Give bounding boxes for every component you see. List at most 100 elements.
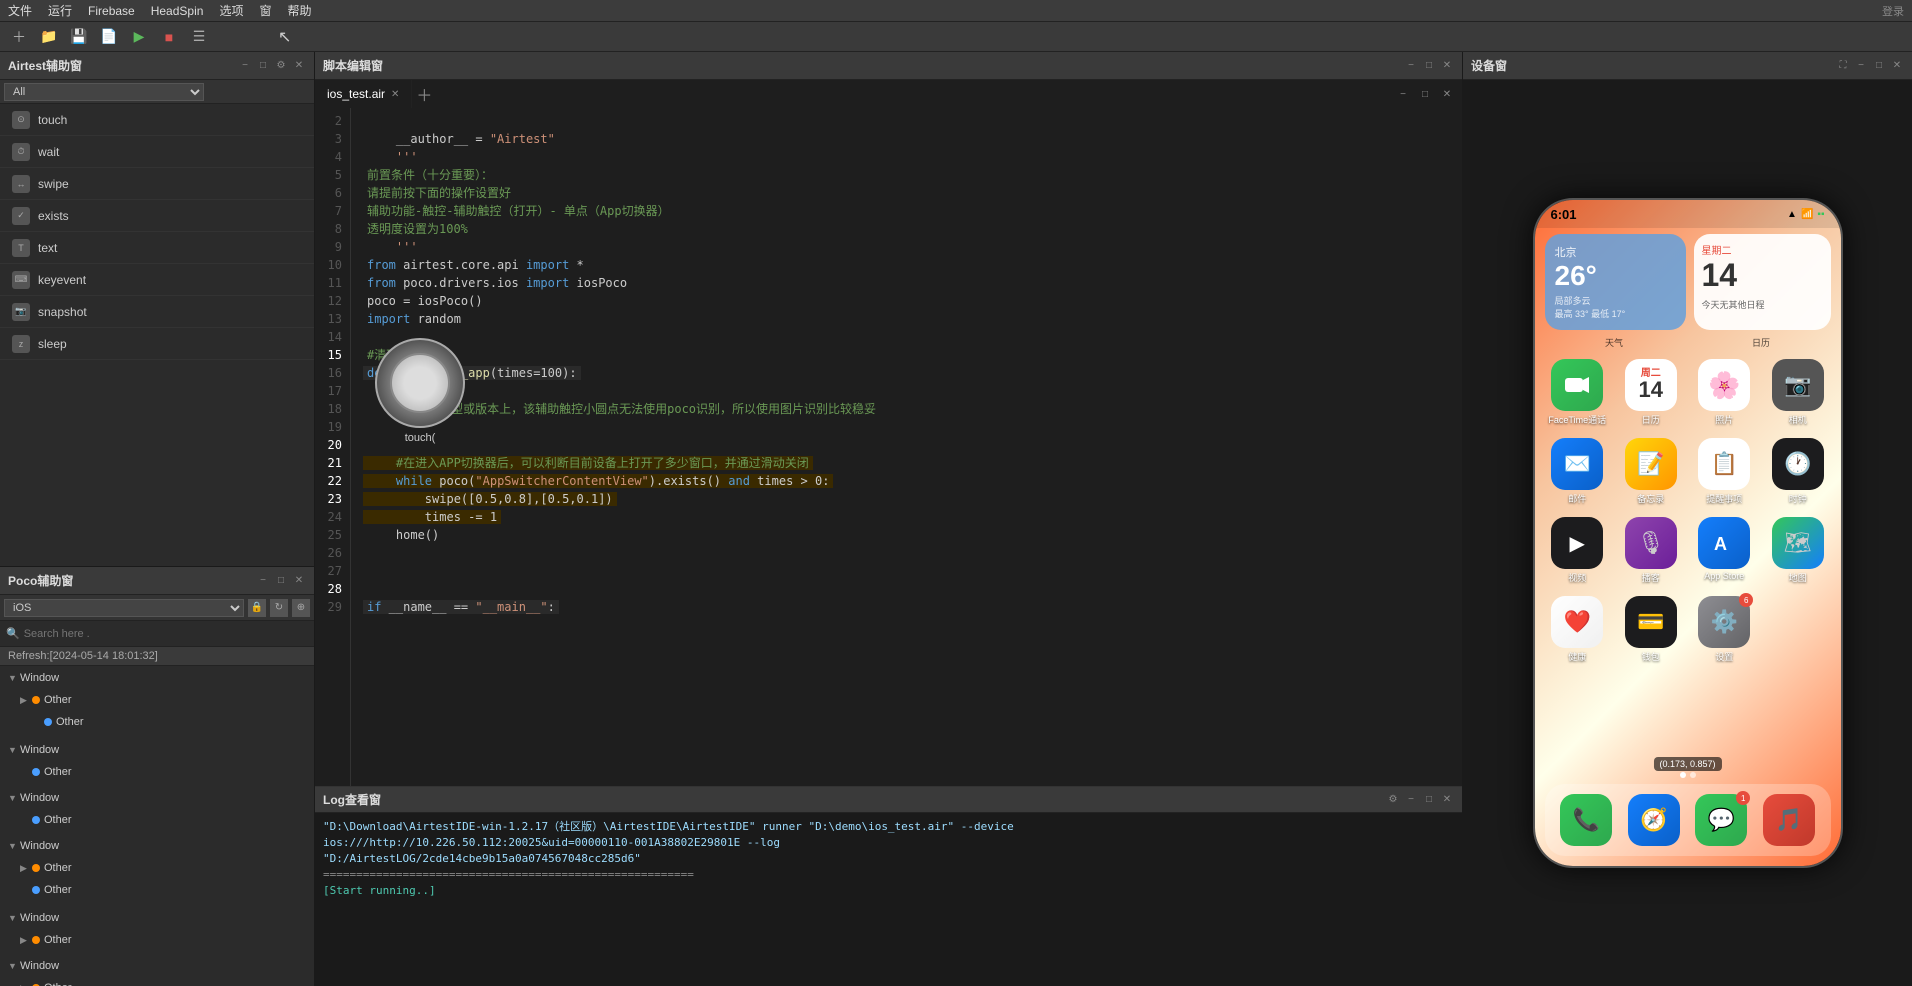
poco-minimize[interactable]: − bbox=[256, 574, 270, 588]
device-maximize[interactable]: □ bbox=[1872, 59, 1886, 73]
app-settings[interactable]: ⚙️ 6 设置 bbox=[1692, 596, 1758, 663]
app-camera[interactable]: 📷 相机 bbox=[1765, 359, 1831, 426]
menu-window[interactable]: 窗 bbox=[259, 2, 271, 19]
login-btn[interactable]: 登录 bbox=[1882, 3, 1904, 19]
menu-options[interactable]: 选项 bbox=[219, 2, 243, 19]
airtest-item-text[interactable]: T text bbox=[0, 232, 314, 264]
tree-other-1[interactable]: ▶ Other bbox=[16, 690, 314, 710]
app-clock[interactable]: 🕐 时钟 bbox=[1765, 438, 1831, 505]
calendar-widget[interactable]: 星期二 14 今天无其他日程 bbox=[1694, 234, 1831, 330]
menu-file[interactable]: 文件 bbox=[8, 2, 32, 19]
editor-minimize[interactable]: − bbox=[1396, 87, 1410, 101]
airtest-item-sleep[interactable]: z sleep bbox=[0, 328, 314, 360]
tree-window-6[interactable]: ▼ Window ▶ Other bbox=[0, 954, 314, 986]
run-btn[interactable]: ▶ bbox=[128, 26, 150, 48]
tree-window-5[interactable]: ▼ Window ▶ Other bbox=[0, 906, 314, 954]
open-btn[interactable]: 📁 bbox=[38, 26, 60, 48]
tree-arrow-4: ▼ bbox=[8, 793, 20, 803]
dock-safari[interactable]: 🧭 bbox=[1628, 794, 1680, 846]
app-notes[interactable]: 📝 备忘录 bbox=[1618, 438, 1684, 505]
poco-maximize[interactable]: □ bbox=[274, 574, 288, 588]
device-minimize[interactable]: − bbox=[1854, 59, 1868, 73]
editor-maximize[interactable]: □ bbox=[1418, 87, 1432, 101]
dock-music[interactable]: 🎵 bbox=[1763, 794, 1815, 846]
new-btn[interactable]: ＋ bbox=[8, 26, 30, 48]
airtest-filter-select[interactable]: All bbox=[4, 83, 204, 101]
tree-other-2[interactable]: Other bbox=[28, 712, 314, 732]
poco-refresh-btn[interactable]: ↻ bbox=[270, 599, 288, 617]
iphone-screen[interactable]: 6:01 ▲ 📶 ▪▪ 北京 26° 局部多云 bbox=[1535, 200, 1841, 866]
photos-icon: 🌸 bbox=[1698, 359, 1750, 411]
layout-btn[interactable]: ☰ bbox=[188, 26, 210, 48]
poco-close[interactable]: ✕ bbox=[292, 574, 306, 588]
menu-firebase[interactable]: Firebase bbox=[88, 4, 135, 18]
tree-other-5[interactable]: ▶ Other bbox=[16, 858, 314, 878]
tree-window-1[interactable]: ▼ Window ▶ Other Ot bbox=[0, 666, 314, 738]
tree-other-7[interactable]: ▶ Other bbox=[16, 930, 314, 950]
airtest-item-keyevent[interactable]: ⌨ keyevent bbox=[0, 264, 314, 296]
poco-search-input[interactable] bbox=[24, 628, 308, 640]
log-maximize[interactable]: □ bbox=[1422, 793, 1436, 807]
touch-overlay-label: touch( bbox=[405, 432, 436, 444]
tree-other-4[interactable]: Other bbox=[28, 810, 314, 830]
app-wallet[interactable]: 💳 钱包 bbox=[1618, 596, 1684, 663]
app-photos[interactable]: 🌸 照片 bbox=[1692, 359, 1758, 426]
poco-screenshot-btn[interactable]: ⊕ bbox=[292, 599, 310, 617]
menu-headspin[interactable]: HeadSpin bbox=[151, 4, 204, 18]
dock-phone[interactable]: 📞 bbox=[1560, 794, 1612, 846]
app-reminders[interactable]: 📋 提醒事项 bbox=[1692, 438, 1758, 505]
save-btn[interactable]: 💾 bbox=[68, 26, 90, 48]
toolbar: ＋ 📁 💾 📄 ▶ ■ ☰ ↖ bbox=[0, 22, 1912, 52]
tab-ios-test[interactable]: ios_test.air ✕ bbox=[315, 80, 412, 108]
airtest-minimize[interactable]: − bbox=[238, 59, 252, 73]
airtest-item-touch[interactable]: ⊙ touch bbox=[0, 104, 314, 136]
app-appstore[interactable]: A App Store bbox=[1692, 517, 1758, 584]
device-fullscreen[interactable]: ⛶ bbox=[1836, 59, 1850, 73]
log-close[interactable]: ✕ bbox=[1440, 793, 1454, 807]
app-mail[interactable]: ✉️ 邮件 bbox=[1545, 438, 1611, 505]
tree-label-other3: Other bbox=[44, 766, 72, 778]
app-video[interactable]: ▶ 视频 bbox=[1545, 517, 1611, 584]
tree-window-3[interactable]: ▼ Window Other bbox=[0, 786, 314, 834]
log-settings[interactable]: ⚙ bbox=[1386, 793, 1400, 807]
app-maps[interactable]: 🗺 地图 bbox=[1765, 517, 1831, 584]
airtest-item-snapshot[interactable]: 📷 snapshot bbox=[0, 296, 314, 328]
log-minimize[interactable]: − bbox=[1404, 793, 1418, 807]
script-close[interactable]: ✕ bbox=[1440, 59, 1454, 73]
tree-window-2[interactable]: ▼ Window Other bbox=[0, 738, 314, 786]
saveas-btn[interactable]: 📄 bbox=[98, 26, 120, 48]
menu-help[interactable]: 帮助 bbox=[287, 2, 311, 19]
airtest-maximize[interactable]: □ bbox=[256, 59, 270, 73]
tree-other-6[interactable]: Other bbox=[28, 880, 314, 900]
app-grid-row2: ✉️ 邮件 📝 备忘录 📋 bbox=[1535, 432, 1841, 511]
tree-window-4[interactable]: ▼ Window ▶ Other Other bbox=[0, 834, 314, 906]
airtest-item-wait[interactable]: ⏱ wait bbox=[0, 136, 314, 168]
app-calendar[interactable]: 周二14 日历 bbox=[1618, 359, 1684, 426]
code-line-29 bbox=[363, 618, 371, 632]
tab-close-btn[interactable]: ✕ bbox=[391, 89, 399, 100]
app-facetime[interactable]: FaceTime通话 bbox=[1545, 359, 1611, 426]
stop-btn[interactable]: ■ bbox=[158, 26, 180, 48]
airtest-close[interactable]: ✕ bbox=[292, 59, 306, 73]
poco-lock-btn[interactable]: 🔒 bbox=[248, 599, 266, 617]
airtest-settings[interactable]: ⚙ bbox=[274, 59, 288, 73]
device-close[interactable]: ✕ bbox=[1890, 59, 1904, 73]
airtest-item-exists[interactable]: ✓ exists bbox=[0, 200, 314, 232]
video-icon: ▶ bbox=[1551, 517, 1603, 569]
settings-badge: 6 bbox=[1739, 593, 1753, 607]
script-maximize[interactable]: □ bbox=[1422, 59, 1436, 73]
menu-run[interactable]: 运行 bbox=[48, 2, 72, 19]
poco-platform-select[interactable]: iOS Android bbox=[4, 599, 244, 617]
dock-messages[interactable]: 💬 1 bbox=[1695, 794, 1747, 846]
airtest-item-swipe[interactable]: ↔ swipe bbox=[0, 168, 314, 200]
weather-widget[interactable]: 北京 26° 局部多云 最高 33° 最低 17° bbox=[1545, 234, 1686, 330]
tree-other-8[interactable]: ▶ Other bbox=[16, 978, 314, 986]
weather-city: 北京 bbox=[1555, 244, 1676, 260]
script-minimize[interactable]: − bbox=[1404, 59, 1418, 73]
tree-other-3[interactable]: Other bbox=[28, 762, 314, 782]
editor-close[interactable]: ✕ bbox=[1440, 87, 1454, 101]
add-tab-btn[interactable]: ＋ bbox=[412, 82, 436, 106]
code-area[interactable]: __author__ = "Airtest" ''' 前置条件（十分重要）： 请… bbox=[351, 108, 1462, 786]
app-podcast[interactable]: 🎙 播客 bbox=[1618, 517, 1684, 584]
app-health[interactable]: ❤️ 健康 bbox=[1545, 596, 1611, 663]
